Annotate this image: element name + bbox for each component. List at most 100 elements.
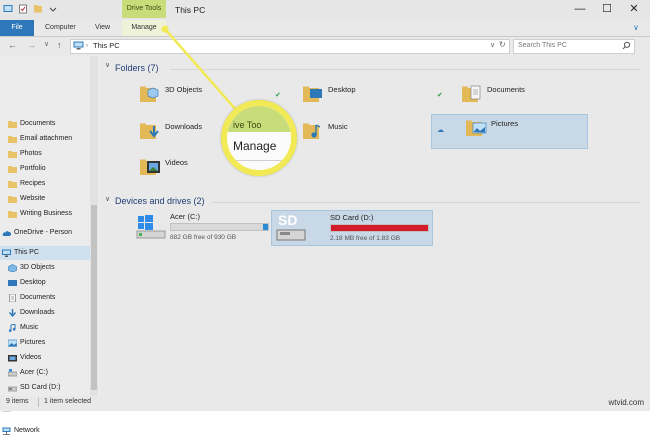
- drive-free-space: 2.18 MB free of 1.83 GB: [330, 235, 401, 242]
- desktop-icon: [8, 280, 17, 286]
- sidebar-item-label: Documents: [20, 294, 56, 301]
- pictures-folder-icon: [466, 120, 487, 136]
- computer-icon: [2, 249, 11, 257]
- cloud-icon: [2, 231, 11, 236]
- address-bar[interactable]: [70, 39, 510, 54]
- sidebar-item-documents-2[interactable]: Documents: [0, 291, 90, 305]
- network-icon: [2, 427, 11, 435]
- collapse-folders-icon[interactable]: ∨: [105, 61, 110, 69]
- folder-label: 3D Objects: [165, 85, 203, 94]
- sidebar-item-pictures[interactable]: Pictures: [0, 336, 90, 350]
- recent-locations-button[interactable]: ∨: [44, 40, 49, 48]
- folder-tile-music[interactable]: Music: [299, 118, 419, 146]
- tab-computer[interactable]: Computer: [45, 20, 76, 36]
- manage-tab-magnifier-callout: ive Too Manage: [221, 100, 297, 176]
- sidebar-item-label: Documents: [20, 120, 56, 127]
- drive-tools-context-label: Drive Tools: [122, 0, 166, 18]
- sd-badge: SD: [278, 212, 298, 228]
- quick-access-toolbar: [3, 4, 58, 14]
- sidebar-item-downloads[interactable]: Downloads: [0, 306, 90, 320]
- breadcrumb[interactable]: This PC: [93, 40, 120, 52]
- videos-folder-icon: [140, 159, 160, 175]
- sidebar-item-label: Music: [20, 324, 39, 331]
- desktop-folder-icon: [303, 86, 322, 102]
- folder-tile-documents[interactable]: Documents: [458, 81, 578, 109]
- title-bar: [0, 0, 650, 20]
- collapse-drives-icon[interactable]: ∨: [105, 195, 110, 203]
- sidebar-item-documents[interactable]: Documents: [0, 117, 90, 131]
- customize-dropdown-icon[interactable]: [48, 4, 58, 14]
- drive-usage-fill: [171, 224, 264, 230]
- breadcrumb-chevron-icon[interactable]: ›: [86, 40, 88, 52]
- windows-drive-icon: [136, 215, 166, 239]
- explorer-window-icon[interactable]: [3, 4, 13, 14]
- maximize-button[interactable]: ☐: [596, 2, 618, 16]
- 3d-objects-icon: [8, 264, 17, 272]
- sidebar-item-videos[interactable]: Videos: [0, 351, 90, 365]
- watermark: wtvid.com: [608, 398, 644, 407]
- sidebar-item-email-attachments[interactable]: Email attachmen: [0, 132, 90, 146]
- tab-view[interactable]: View: [95, 20, 110, 36]
- drive-tile-acer[interactable]: Acer (C:) 882 GB free of 930 GB: [132, 210, 272, 244]
- window-title: This PC: [175, 5, 206, 15]
- documents-icon: [9, 294, 16, 302]
- sidebar-item-this-pc[interactable]: This PC: [0, 246, 90, 260]
- back-button[interactable]: ←: [8, 40, 17, 50]
- callout-drive-tools-text: ive Too: [233, 120, 262, 130]
- folders-section-title[interactable]: Folders (7): [115, 63, 159, 73]
- sidebar-item-photos[interactable]: Photos: [0, 147, 90, 161]
- sidebar-item-label: Email attachmen: [20, 135, 73, 142]
- sidebar-item-writing-business[interactable]: Writing Business: [0, 207, 90, 221]
- drive-tile-sd-card[interactable]: SD SD Card (D:) 2.18 MB free of 1.83 GB: [271, 210, 433, 246]
- forward-button[interactable]: →: [27, 40, 36, 50]
- sidebar-item-music[interactable]: Music: [0, 321, 90, 335]
- sidebar-item-desktop[interactable]: Desktop: [0, 276, 90, 290]
- sidebar-item-acer-c[interactable]: Acer (C:): [0, 366, 90, 380]
- folder-label: Documents: [487, 85, 525, 94]
- folder-icon: [8, 136, 17, 143]
- synced-status-icon: ✔: [437, 92, 443, 99]
- close-button[interactable]: ✕: [623, 2, 645, 16]
- search-icon[interactable]: [622, 41, 631, 50]
- tab-file[interactable]: File: [0, 20, 34, 36]
- status-bar: [0, 396, 650, 411]
- folder-tile-pictures[interactable]: Pictures: [431, 114, 588, 149]
- sidebar-item-website[interactable]: Website: [0, 192, 90, 206]
- sidebar-item-label: Acer (C:): [20, 369, 48, 376]
- folder-label: Pictures: [491, 119, 519, 128]
- minimize-button[interactable]: —: [569, 2, 591, 16]
- sidebar-item-3d-objects[interactable]: 3D Objects: [0, 261, 90, 275]
- videos-icon: [8, 355, 17, 362]
- folder-label: Videos: [165, 158, 188, 167]
- sidebar-item-onedrive[interactable]: OneDrive - Person: [0, 226, 90, 240]
- address-dropdown-button[interactable]: ∨: [490, 41, 495, 49]
- expand-ribbon-icon[interactable]: ∨: [633, 23, 639, 32]
- sidebar-item-label: Downloads: [20, 309, 55, 316]
- item-count: 9 items: [6, 398, 29, 405]
- cloud-sync-status-icon: ☁: [437, 127, 444, 134]
- properties-icon[interactable]: [18, 4, 28, 14]
- 3d-objects-folder-icon: [140, 86, 159, 102]
- sidebar-item-portfolio[interactable]: Portfolio: [0, 162, 90, 176]
- up-button[interactable]: ↑: [57, 40, 62, 50]
- folder-icon: [8, 121, 17, 128]
- folder-label: Downloads: [165, 122, 203, 131]
- tab-manage[interactable]: Manage: [122, 20, 166, 36]
- documents-folder-icon: [462, 85, 481, 102]
- sidebar-item-sd-card-d[interactable]: SD Card (D:): [0, 381, 90, 395]
- folder-tile-desktop[interactable]: Desktop: [299, 81, 419, 109]
- synced-status-icon: ✔: [275, 92, 281, 99]
- sidebar-item-label: Portfolio: [20, 165, 46, 172]
- folder-icon: [8, 196, 17, 203]
- file-explorer-window: Drive Tools This PC — ☐ ✕ File Computer …: [0, 0, 650, 435]
- refresh-button[interactable]: ↻: [499, 40, 506, 49]
- scrollbar-thumb[interactable]: [91, 205, 97, 390]
- new-folder-icon[interactable]: [33, 4, 43, 14]
- sidebar-item-label: Website: [20, 195, 46, 202]
- search-placeholder: Search This PC: [518, 42, 567, 49]
- sidebar-item-recipes[interactable]: Recipes: [0, 177, 90, 191]
- selection-count: 1 item selected: [44, 398, 92, 405]
- sidebar-item-network[interactable]: Network: [0, 424, 90, 438]
- music-folder-icon: [303, 123, 321, 139]
- drives-section-title[interactable]: Devices and drives (2): [115, 196, 205, 206]
